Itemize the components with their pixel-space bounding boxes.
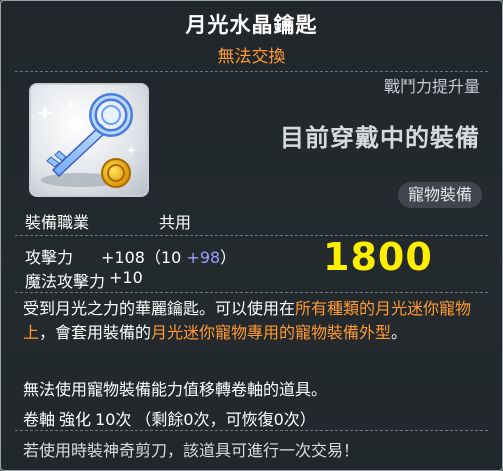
crystal-key-icon: [37, 93, 136, 188]
desc-text: 受到月光之力的華麗鑰匙。可以使用在: [23, 299, 296, 318]
scroll-label: 卷軸: [23, 410, 56, 429]
attack-bonus: +98: [186, 248, 221, 267]
job-value: 共用: [159, 213, 192, 232]
scroll-count: 10次: [95, 410, 132, 429]
item-tooltip: 月光水晶鑰匙 無法交換 戰鬥力提升量 目前穿戴中的裝備 寵物裝備 裝備職業 共用…: [0, 0, 503, 471]
desc-text: ，會套用裝備的: [39, 323, 152, 342]
scroll-detail: （剩餘0次，可恢復0次）: [135, 410, 316, 429]
attack-close: ）: [220, 248, 237, 267]
annotation-number: 1800: [323, 235, 433, 279]
trade-status: 無法交換: [217, 47, 286, 67]
attack-value: +108（10 +98）: [101, 244, 236, 268]
category-badge: 寵物裝備: [397, 182, 482, 208]
magic-attack-label: 魔法攻擊力: [25, 272, 106, 291]
equip-status: 目前穿戴中的裝備: [280, 124, 480, 152]
item-icon-frame: [29, 83, 149, 197]
transfer-note: 無法使用寵物裝備能力值移轉卷軸的道具。: [23, 380, 328, 399]
combat-power-label: 戰鬥力提升量: [383, 77, 480, 96]
desc-highlight: 月光迷你寵物專用的寵物裝備外型: [151, 323, 392, 342]
scroll-info: 卷軸 強化 10次 （剩餘0次，可恢復0次）: [23, 406, 320, 430]
item-name: 月光水晶鑰匙: [185, 13, 318, 37]
divider: [15, 430, 488, 431]
desc-text: 。: [391, 323, 408, 342]
magic-attack-value: +10: [109, 268, 143, 287]
attack-base: +108（10: [101, 248, 187, 267]
item-description: 受到月光之力的華麗鑰匙。可以使用在所有種類的月光迷你寵物上，會套用裝備的月光迷你…: [23, 297, 483, 345]
divider: [15, 292, 488, 293]
trade-note: 若使用時裝神奇剪刀，該道具可進行一次交易！: [23, 441, 360, 460]
scroll-enhance-label: 強化: [59, 410, 92, 429]
divider: [15, 71, 488, 72]
attack-label: 攻擊力: [25, 248, 74, 267]
job-label: 裝備職業: [25, 213, 90, 232]
